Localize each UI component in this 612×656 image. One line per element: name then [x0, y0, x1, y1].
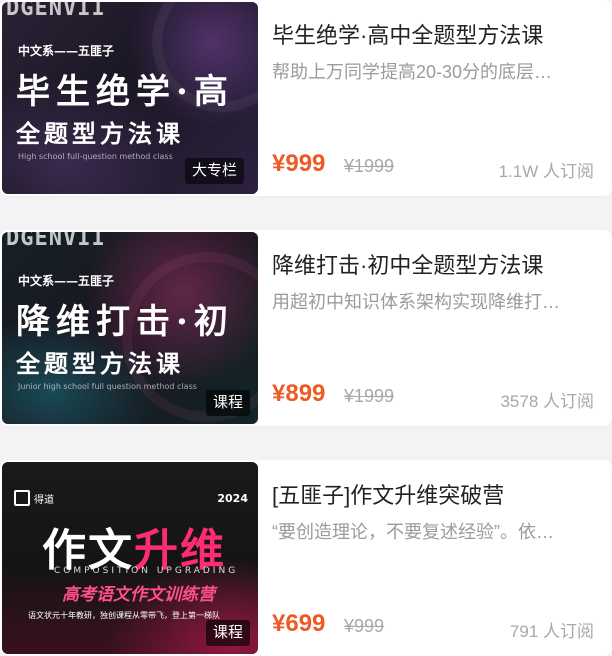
course-title[interactable]: [五匪子]作文升维突破营 — [272, 478, 504, 510]
course-price: ¥999 — [272, 150, 326, 177]
course-original-price: ¥1999 — [344, 156, 395, 176]
course-type-badge: 课程 — [205, 620, 250, 646]
course-info: 毕生绝学·高中全题型方法课 帮助上万同学提高20-30分的底层… ¥999 ¥1… — [272, 0, 602, 196]
thumbnail-subheadline: 全题型方法课 — [16, 119, 184, 148]
course-thumbnail[interactable]: DGENVII 中文系——五匪子 降维打击·初 全题型方法课 Junior hi… — [2, 232, 258, 424]
thumbnail-english: High school full-question method class — [18, 152, 173, 161]
course-description: 帮助上万同学提高20-30分的底层… — [272, 62, 553, 82]
thumbnail-series: 中文系——五匪子 — [18, 44, 115, 58]
thumbnail-small-text: 语文状元十年教研，独创课程从零带飞，登上第一梯队 — [28, 611, 220, 620]
course-subscribers: 1.1W 人订阅 — [498, 162, 594, 181]
course-subscribers: 791 人订阅 — [509, 622, 594, 641]
course-type-badge: 大专栏 — [184, 158, 244, 184]
thumbnail-headline: 毕生绝学·高 — [16, 72, 234, 112]
course-title[interactable]: 毕生绝学·高中全题型方法课 — [272, 18, 543, 50]
course-description: “要创造理论，不要复述经验”。依… — [272, 522, 554, 542]
thumbnail-subheadline: 全题型方法课 — [16, 349, 184, 378]
thumbnail-tagline: 高考语文作文训练营 — [62, 585, 215, 605]
thumbnail-series: 中文系——五匪子 — [18, 274, 115, 288]
course-subscribers: 3578 人订阅 — [500, 392, 594, 411]
thumbnail-english: Junior high school full question method … — [18, 382, 197, 391]
course-card[interactable]: DGENVII 中文系——五匪子 降维打击·初 全题型方法课 Junior hi… — [0, 230, 612, 426]
course-thumbnail[interactable]: DGENVII 中文系——五匪子 毕生绝学·高 全题型方法课 High scho… — [2, 2, 258, 194]
course-info: [五匪子]作文升维突破营 “要创造理论，不要复述经验”。依… ¥699 ¥999… — [272, 460, 602, 656]
course-original-price: ¥999 — [344, 616, 385, 636]
course-list: DGENVII 中文系——五匪子 毕生绝学·高 全题型方法课 High scho… — [0, 0, 612, 656]
course-thumbnail[interactable]: 得道 2024 作文升维 COMPOSITION UPGRADING 高考语文作… — [2, 462, 258, 654]
brand-logo: 得道 — [14, 490, 54, 506]
thumbnail-headline: 降维打击·初 — [16, 302, 234, 342]
thumbnail-deco-text: DGENVII — [6, 2, 106, 21]
course-card[interactable]: DGENVII 中文系——五匪子 毕生绝学·高 全题型方法课 High scho… — [0, 0, 612, 196]
course-info: 降维打击·初中全题型方法课 用超初中知识体系架构实现降维打… ¥899 ¥199… — [272, 230, 602, 426]
thumbnail-english: COMPOSITION UPGRADING — [54, 566, 239, 576]
course-title[interactable]: 降维打击·初中全题型方法课 — [272, 248, 543, 280]
brand-logo-text: 得道 — [34, 494, 54, 506]
thumbnail-deco-text: DGENVII — [6, 232, 106, 251]
course-type-badge: 课程 — [205, 390, 250, 416]
course-original-price: ¥1999 — [344, 386, 395, 406]
course-description: 用超初中知识体系架构实现降维打… — [272, 292, 560, 312]
thumbnail-year: 2024 — [217, 492, 248, 505]
logo-icon — [14, 490, 30, 506]
course-card[interactable]: 得道 2024 作文升维 COMPOSITION UPGRADING 高考语文作… — [0, 460, 612, 656]
course-price: ¥699 — [272, 610, 326, 637]
course-price: ¥899 — [272, 380, 326, 407]
